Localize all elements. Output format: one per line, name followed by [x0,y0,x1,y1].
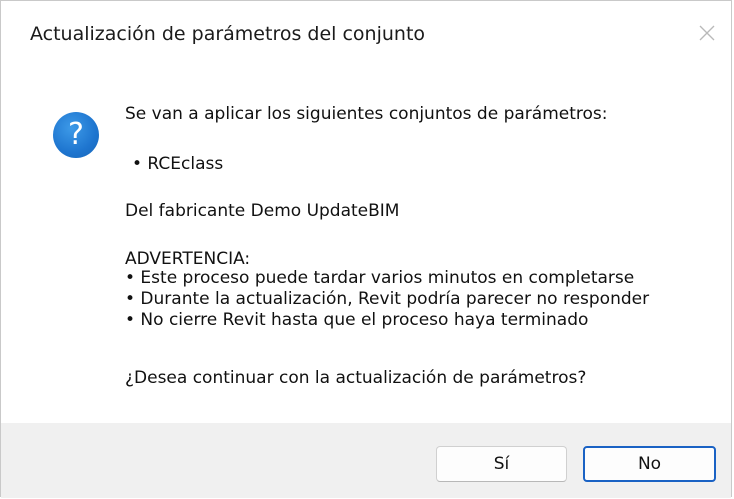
confirmation-dialog: Actualización de parámetros del conjunto… [0,0,732,498]
confirmation-question: ¿Desea continuar con la actualización de… [125,368,587,388]
dialog-title: Actualización de parámetros del conjunto [30,23,426,45]
message-intro: Se van a aplicar los siguientes conjunto… [125,104,608,124]
question-icon: ? [53,112,99,158]
no-button[interactable]: No [583,446,716,482]
parameter-set-item: • RCEclass [132,154,224,174]
warning-item: • No cierre Revit hasta que el proceso h… [125,310,589,330]
yes-button[interactable]: Sí [436,446,567,482]
warning-item: • Este proceso puede tardar varios minut… [125,268,635,288]
dialog-content: ? Se van a aplicar los siguientes conjun… [1,67,731,423]
close-button[interactable] [687,15,727,51]
button-bar: Sí No [1,423,731,498]
warning-title: ADVERTENCIA: [125,249,251,269]
close-icon [697,23,717,43]
warning-list: • Este proceso puede tardar varios minut… [125,268,649,331]
title-bar: Actualización de parámetros del conjunto [1,1,731,67]
warning-item: • Durante la actualización, Revit podría… [125,289,650,309]
manufacturer-text: Del fabricante Demo UpdateBIM [125,201,400,221]
